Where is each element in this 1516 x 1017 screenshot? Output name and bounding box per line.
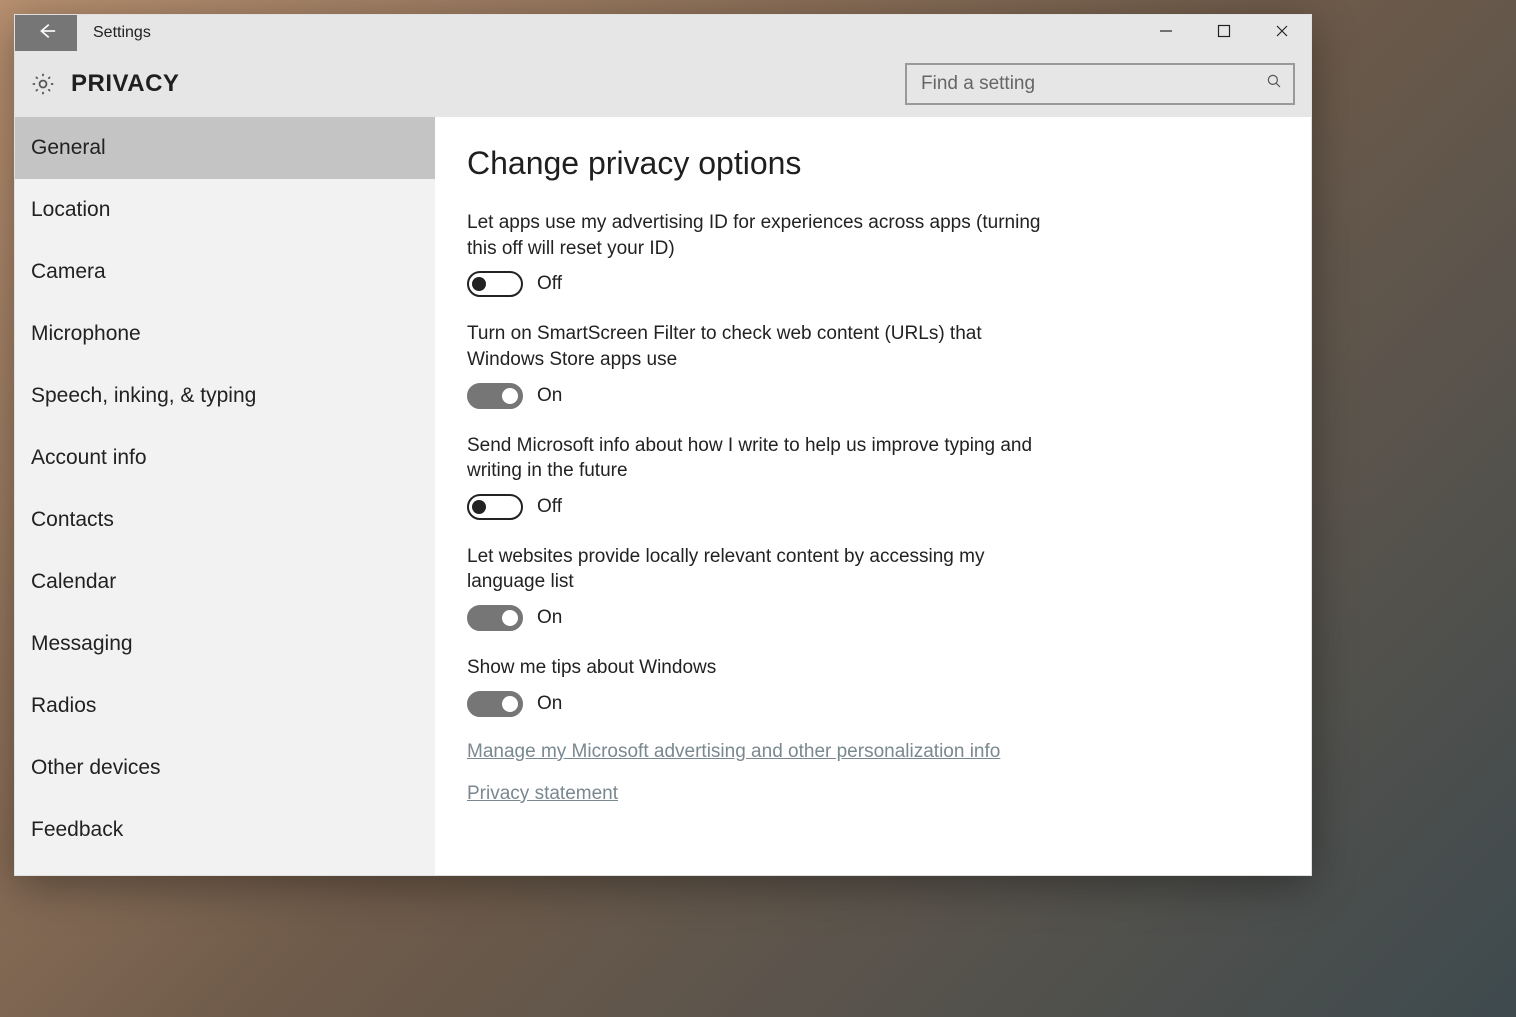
toggle-state-label: On: [537, 607, 562, 629]
gear-icon: [29, 70, 57, 98]
toggle-knob-icon: [502, 696, 518, 712]
sidebar-item-microphone[interactable]: Microphone: [15, 303, 435, 365]
page-heading: Change privacy options: [467, 145, 1279, 182]
toggle-state-label: Off: [537, 273, 562, 295]
sidebar-item-messaging[interactable]: Messaging: [15, 613, 435, 675]
sidebar-item-general[interactable]: General: [15, 117, 435, 179]
sidebar-item-other-devices[interactable]: Other devices: [15, 737, 435, 799]
toggle-knob-icon: [472, 500, 486, 514]
toggle-switch[interactable]: [467, 494, 523, 520]
toggle-switch[interactable]: [467, 271, 523, 297]
content-scroll[interactable]: Change privacy options Let apps use my a…: [435, 117, 1311, 875]
search-box[interactable]: [905, 63, 1295, 105]
sidebar-item-label: Microphone: [31, 322, 141, 346]
maximize-icon: [1217, 24, 1231, 43]
sidebar-item-label: Location: [31, 198, 110, 222]
close-icon: [1275, 24, 1289, 43]
sidebar-item-label: Camera: [31, 260, 106, 284]
section-header: PRIVACY: [15, 51, 1311, 117]
sidebar-item-location[interactable]: Location: [15, 179, 435, 241]
sidebar-item-contacts[interactable]: Contacts: [15, 489, 435, 551]
sidebar-item-feedback[interactable]: Feedback: [15, 799, 435, 861]
option-label: Turn on SmartScreen Filter to check web …: [467, 321, 1047, 372]
sidebar-item-label: Speech, inking, & typing: [31, 384, 256, 408]
toggle-row: On: [467, 605, 1047, 631]
privacy-option: Send Microsoft info about how I write to…: [467, 433, 1047, 520]
sidebar-item-radios[interactable]: Radios: [15, 675, 435, 737]
body: General Location Camera Microphone Speech, i…: [15, 117, 1311, 875]
toggle-switch[interactable]: [467, 605, 523, 631]
toggle-switch[interactable]: [467, 691, 523, 717]
toggle-knob-icon: [472, 277, 486, 291]
back-arrow-icon: [35, 20, 57, 47]
toggle-row: On: [467, 691, 1047, 717]
section-title: PRIVACY: [71, 70, 179, 98]
option-label: Let apps use my advertising ID for exper…: [467, 210, 1047, 261]
sidebar: General Location Camera Microphone Speech, i…: [15, 117, 435, 875]
sidebar-item-label: General: [31, 136, 106, 160]
option-label: Send Microsoft info about how I write to…: [467, 433, 1047, 484]
window-title: Settings: [77, 15, 151, 51]
minimize-icon: [1159, 24, 1173, 43]
search-icon: [1265, 72, 1283, 96]
sidebar-item-label: Calendar: [31, 570, 116, 594]
privacy-option: Let apps use my advertising ID for exper…: [467, 210, 1047, 297]
toggle-state-label: Off: [537, 496, 562, 518]
toggle-row: Off: [467, 494, 1047, 520]
sidebar-item-label: Contacts: [31, 508, 114, 532]
toggle-row: On: [467, 383, 1047, 409]
privacy-option: Let websites provide locally relevant co…: [467, 544, 1047, 631]
toggle-knob-icon: [502, 610, 518, 626]
maximize-button[interactable]: [1195, 15, 1253, 51]
settings-window: Settings: [14, 14, 1312, 876]
option-label: Show me tips about Windows: [467, 655, 1047, 681]
close-button[interactable]: [1253, 15, 1311, 51]
sidebar-item-label: Other devices: [31, 756, 161, 780]
toggle-knob-icon: [502, 388, 518, 404]
privacy-statement-link[interactable]: Privacy statement: [467, 783, 1279, 805]
minimize-button[interactable]: [1137, 15, 1195, 51]
sidebar-item-speech-inking-typing[interactable]: Speech, inking, & typing: [15, 365, 435, 427]
back-button[interactable]: [15, 15, 77, 51]
toggle-state-label: On: [537, 385, 562, 407]
search-input[interactable]: [921, 73, 1253, 95]
sidebar-item-calendar[interactable]: Calendar: [15, 551, 435, 613]
manage-advertising-link[interactable]: Manage my Microsoft advertising and othe…: [467, 741, 1279, 763]
sidebar-item-camera[interactable]: Camera: [15, 241, 435, 303]
privacy-option: Show me tips about Windows On: [467, 655, 1047, 717]
sidebar-item-label: Account info: [31, 446, 147, 470]
sidebar-item-label: Messaging: [31, 632, 133, 656]
privacy-option: Turn on SmartScreen Filter to check web …: [467, 321, 1047, 408]
toggle-state-label: On: [537, 693, 562, 715]
sidebar-item-account-info[interactable]: Account info: [15, 427, 435, 489]
window-controls: [1137, 15, 1311, 51]
toggle-switch[interactable]: [467, 383, 523, 409]
titlebar: Settings: [15, 15, 1311, 51]
toggle-row: Off: [467, 271, 1047, 297]
sidebar-item-label: Feedback: [31, 818, 123, 842]
option-label: Let websites provide locally relevant co…: [467, 544, 1047, 595]
sidebar-item-label: Radios: [31, 694, 96, 718]
content-area: Change privacy options Let apps use my a…: [435, 117, 1311, 875]
